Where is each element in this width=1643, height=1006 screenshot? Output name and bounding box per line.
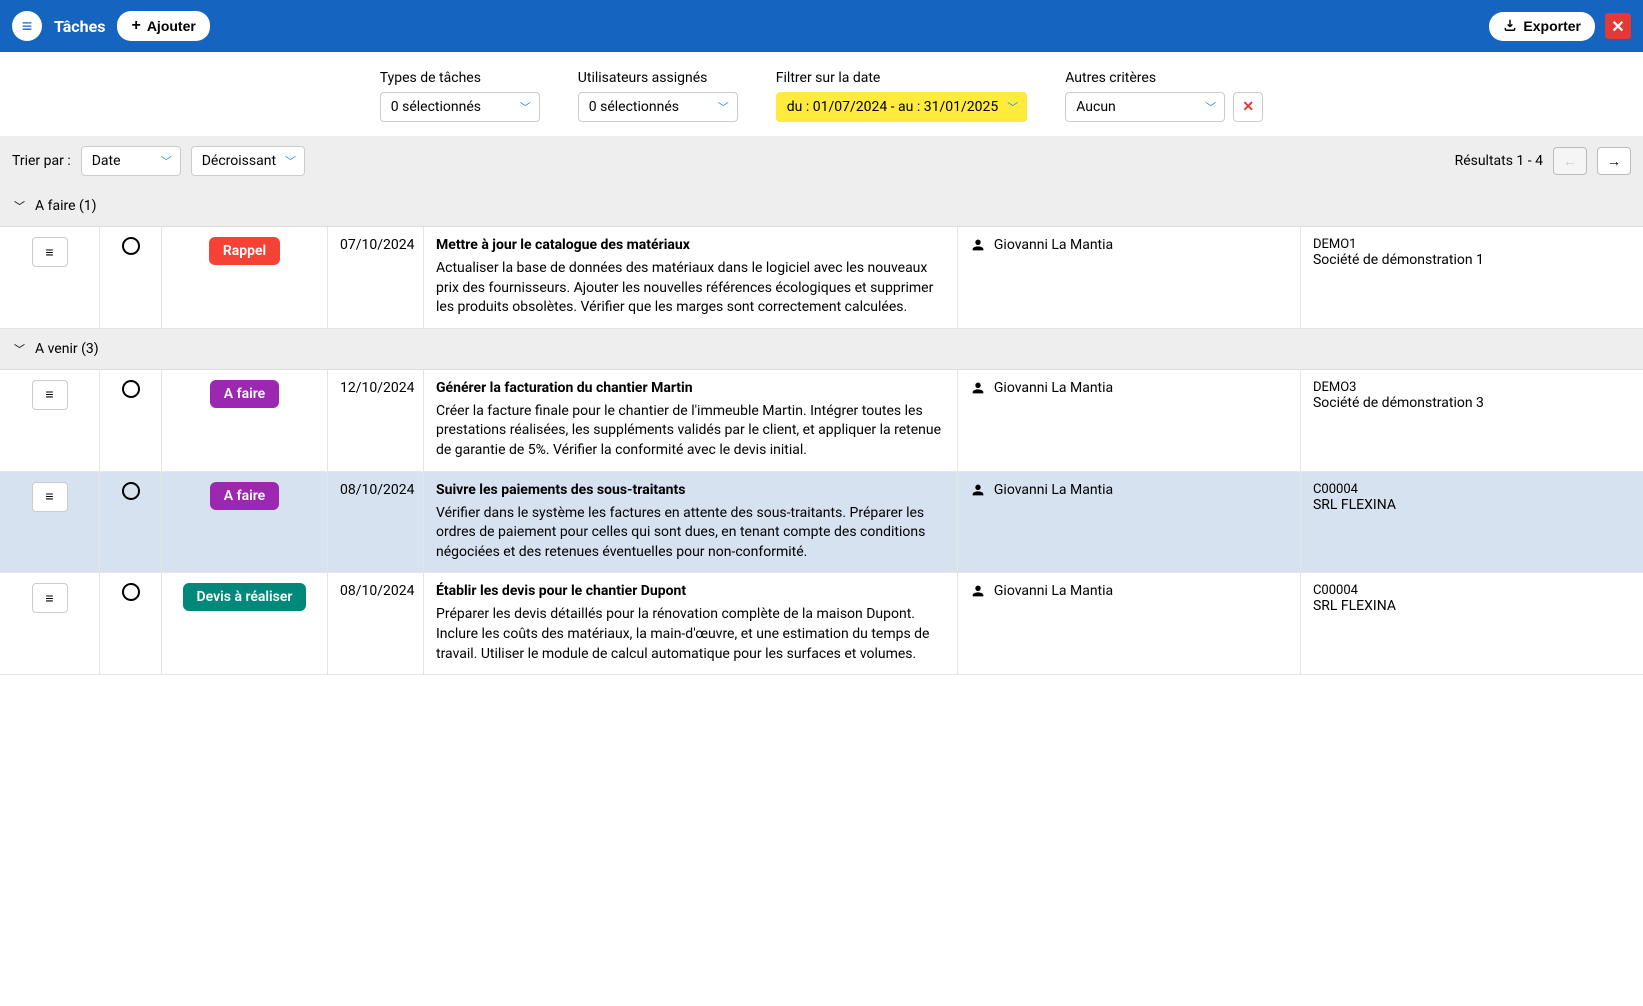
arrow-right-icon: →: [1607, 153, 1621, 170]
chevron-down-icon: ﹀: [1007, 99, 1018, 115]
filter-label-other: Autres critères: [1065, 70, 1263, 86]
row-menu-button[interactable]: ≡: [32, 380, 68, 410]
sort-field-value: Date: [92, 153, 121, 169]
user-icon: [970, 380, 986, 400]
assigned-user: Giovanni La Mantia: [994, 583, 1113, 599]
company-code: C00004: [1313, 482, 1631, 497]
sort-direction-value: Décroissant: [202, 153, 276, 169]
task-date: 08/10/2024: [328, 472, 424, 573]
clear-filters-button[interactable]: ✕: [1233, 92, 1263, 122]
sort-direction-select[interactable]: Décroissant ﹀: [191, 146, 305, 176]
download-icon: [1503, 18, 1517, 35]
task-title: Mettre à jour le catalogue des matériaux: [436, 237, 945, 253]
sort-field-select[interactable]: Date ﹀: [81, 146, 181, 176]
task-row[interactable]: ≡ Devis à réaliser 08/10/2024 Établir les d…: [0, 573, 1643, 675]
hamburger-icon: ≡: [45, 488, 53, 505]
close-icon: ✕: [1611, 17, 1624, 36]
group-header[interactable]: ﹀ A venir (3): [0, 329, 1643, 370]
filter-label-task-types: Types de tâches: [380, 70, 540, 86]
add-button-label: Ajouter: [147, 18, 196, 34]
hamburger-icon: ≡: [45, 244, 53, 261]
chevron-down-icon: ﹀: [718, 99, 729, 115]
task-type-badge: Devis à réaliser: [183, 583, 307, 611]
task-description: Créer la facture finale pour le chantier…: [436, 402, 945, 461]
add-button[interactable]: + Ajouter: [117, 11, 209, 41]
export-button[interactable]: Exporter: [1489, 12, 1595, 41]
task-date: 12/10/2024: [328, 370, 424, 471]
company-code: DEMO3: [1313, 380, 1631, 395]
task-type-badge: A faire: [210, 482, 279, 510]
close-button[interactable]: ✕: [1605, 13, 1631, 39]
chevron-down-icon: ﹀: [161, 153, 172, 169]
assigned-user: Giovanni La Mantia: [994, 380, 1113, 396]
task-type-badge: Rappel: [209, 237, 280, 265]
hamburger-icon: ≡: [22, 16, 33, 37]
results-count: Résultats 1 - 4: [1455, 153, 1543, 169]
filter-task-types[interactable]: 0 sélectionnés ﹀: [380, 92, 540, 122]
filter-assigned-users[interactable]: 0 sélectionnés ﹀: [578, 92, 738, 122]
task-description: Préparer les devis détaillés pour la rén…: [436, 605, 945, 664]
group-header[interactable]: ﹀ A faire (1): [0, 186, 1643, 227]
row-menu-button[interactable]: ≡: [32, 583, 68, 613]
task-title: Générer la facturation du chantier Marti…: [436, 380, 945, 396]
hamburger-icon: ≡: [45, 386, 53, 403]
task-row[interactable]: ≡ Rappel 07/10/2024 Mettre à jour le catalo…: [0, 227, 1643, 329]
prev-page-button[interactable]: ←: [1553, 147, 1587, 175]
company-name: SRL FLEXINA: [1313, 497, 1631, 513]
chevron-down-icon: ﹀: [14, 341, 25, 357]
filter-other-criteria[interactable]: Aucun ﹀: [1065, 92, 1225, 122]
task-date: 07/10/2024: [328, 227, 424, 328]
task-row[interactable]: ≡ A faire 12/10/2024 Générer la facturation…: [0, 370, 1643, 472]
sort-bar: Trier par : Date ﹀ Décroissant ﹀ Résulta…: [0, 136, 1643, 186]
status-circle[interactable]: [122, 237, 140, 255]
task-list: ﹀ A faire (1) ≡ Rappel 07/10/2024 Mettre à jo…: [0, 186, 1643, 675]
x-icon: ✕: [1242, 99, 1254, 115]
company-code: C00004: [1313, 583, 1631, 598]
company-name: Société de démonstration 3: [1313, 395, 1631, 411]
user-icon: [970, 237, 986, 257]
filter-label-date: Filtrer sur la date: [776, 70, 1027, 86]
task-date: 08/10/2024: [328, 573, 424, 674]
filter-task-types-value: 0 sélectionnés: [391, 99, 481, 115]
filter-label-assigned-users: Utilisateurs assignés: [578, 70, 738, 86]
task-row[interactable]: ≡ A faire 08/10/2024 Suivre les paiements d…: [0, 472, 1643, 574]
user-icon: [970, 482, 986, 502]
assigned-user: Giovanni La Mantia: [994, 482, 1113, 498]
group-label: A faire (1): [35, 198, 97, 214]
status-circle[interactable]: [122, 482, 140, 500]
filters-bar: Types de tâches 0 sélectionnés ﹀ Utilisa…: [0, 52, 1643, 136]
row-menu-button[interactable]: ≡: [32, 237, 68, 267]
task-title: Établir les devis pour le chantier Dupon…: [436, 583, 945, 599]
page-title: Tâches: [54, 17, 105, 36]
filter-date[interactable]: du : 01/07/2024 - au : 31/01/2025 ﹀: [776, 92, 1027, 122]
chevron-down-icon: ﹀: [14, 198, 25, 214]
row-menu-button[interactable]: ≡: [32, 482, 68, 512]
user-icon: [970, 583, 986, 603]
hamburger-icon: ≡: [45, 590, 53, 607]
company-name: SRL FLEXINA: [1313, 598, 1631, 614]
sort-label: Trier par :: [12, 153, 71, 169]
chevron-down-icon: ﹀: [285, 153, 296, 169]
filter-assigned-users-value: 0 sélectionnés: [589, 99, 679, 115]
status-circle[interactable]: [122, 583, 140, 601]
assigned-user: Giovanni La Mantia: [994, 237, 1113, 253]
export-button-label: Exporter: [1523, 18, 1581, 34]
company-name: Société de démonstration 1: [1313, 252, 1631, 268]
arrow-left-icon: ←: [1563, 153, 1577, 170]
next-page-button[interactable]: →: [1597, 147, 1631, 175]
filter-date-value: du : 01/07/2024 - au : 31/01/2025: [787, 99, 998, 115]
filter-other-value: Aucun: [1076, 99, 1116, 115]
task-description: Actualiser la base de données des matéri…: [436, 259, 945, 318]
group-label: A venir (3): [35, 341, 99, 357]
menu-button[interactable]: ≡: [12, 11, 42, 41]
chevron-down-icon: ﹀: [1205, 99, 1216, 115]
chevron-down-icon: ﹀: [520, 99, 531, 115]
company-code: DEMO1: [1313, 237, 1631, 252]
task-title: Suivre les paiements des sous-traitants: [436, 482, 945, 498]
status-circle[interactable]: [122, 380, 140, 398]
task-type-badge: A faire: [210, 380, 279, 408]
task-description: Vérifier dans le système les factures en…: [436, 504, 945, 563]
top-header: ≡ Tâches + Ajouter Exporter ✕: [0, 0, 1643, 52]
plus-icon: +: [131, 17, 140, 35]
